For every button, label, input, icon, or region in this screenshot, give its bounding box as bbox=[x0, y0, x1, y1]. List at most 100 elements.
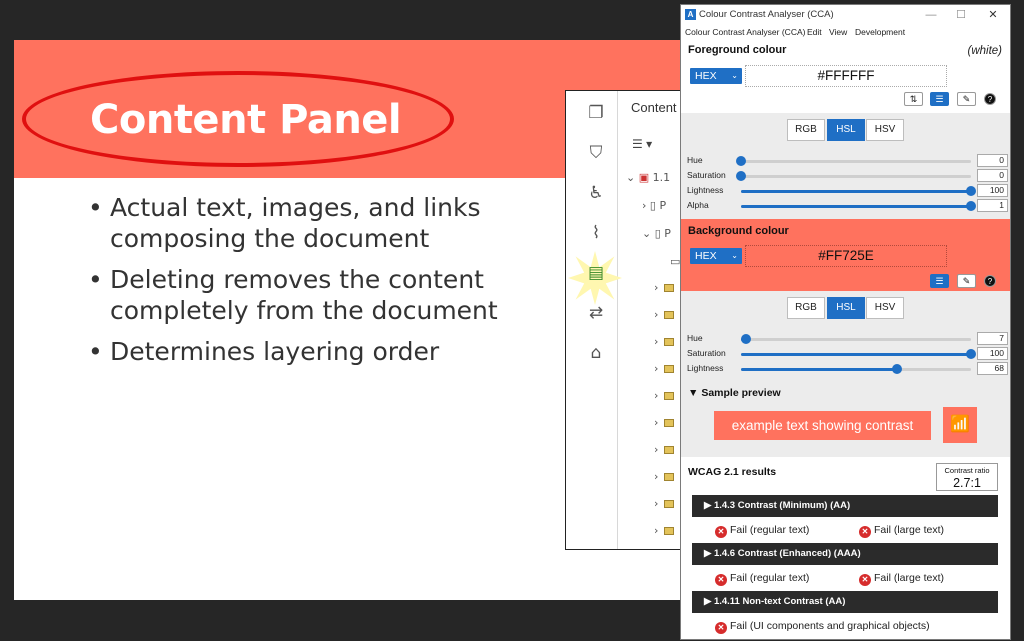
compare-icon[interactable]: ⇄ bbox=[586, 303, 606, 323]
tree-row[interactable]: › ▯ P bbox=[642, 199, 666, 217]
criterion-1-4-6-toggle[interactable]: ▶ 1.4.6 Contrast (Enhanced) (AAA) bbox=[692, 543, 998, 565]
tab-rgb[interactable]: RGB bbox=[787, 297, 825, 319]
foreground-format-select[interactable]: HEX ⌄ bbox=[690, 68, 742, 84]
slider-handle[interactable] bbox=[736, 156, 746, 166]
menu-development[interactable]: Development bbox=[855, 27, 905, 37]
slider-row-saturation: Saturation 100 bbox=[681, 347, 1010, 361]
swap-colours-icon[interactable]: ⇅ bbox=[904, 92, 923, 106]
menu-view[interactable]: View bbox=[829, 27, 847, 37]
result-text: Fail (UI components and graphical object… bbox=[730, 620, 930, 632]
slider-fill bbox=[741, 353, 971, 356]
pdf-icon: ▣ bbox=[638, 171, 650, 184]
collapse-icon: ▼ bbox=[688, 387, 699, 399]
tree-row[interactable]: › bbox=[654, 416, 675, 434]
lightness-slider[interactable] bbox=[741, 364, 971, 374]
tree-row[interactable]: › bbox=[654, 362, 675, 380]
help-icon[interactable]: ? bbox=[984, 275, 996, 287]
slider-handle[interactable] bbox=[966, 201, 976, 211]
slider-handle[interactable] bbox=[736, 171, 746, 181]
slider-label: Saturation bbox=[687, 348, 726, 358]
app-logo-icon: A bbox=[685, 9, 696, 20]
alpha-value-input[interactable]: 1 bbox=[977, 199, 1008, 212]
tree-row[interactable]: › bbox=[654, 524, 675, 542]
slider-fill bbox=[741, 205, 971, 208]
menu-app[interactable]: Colour Contrast Analyser (CCA) bbox=[685, 27, 805, 37]
tags-icon[interactable]: ⌂ bbox=[586, 343, 606, 363]
sliders-toggle-icon[interactable]: ☰ bbox=[930, 274, 949, 288]
tab-hsl[interactable]: HSL bbox=[827, 297, 865, 319]
title-bar: A Colour Contrast Analyser (CCA) — ☐ ✕ bbox=[681, 5, 1010, 25]
saturation-slider[interactable] bbox=[736, 171, 971, 181]
tree-row[interactable]: › bbox=[654, 497, 675, 515]
sliders-toggle-icon[interactable]: ☰ bbox=[930, 92, 949, 106]
highlight-ellipse bbox=[22, 71, 454, 167]
background-hex-input[interactable]: #FF725E bbox=[745, 245, 947, 267]
criterion-1-4-3-toggle[interactable]: ▶ 1.4.3 Contrast (Minimum) (AA) bbox=[692, 495, 998, 517]
minimize-button[interactable]: — bbox=[921, 7, 941, 23]
saturation-slider[interactable] bbox=[741, 349, 976, 359]
tree-row[interactable]: ▭ bbox=[670, 255, 680, 273]
bullet-dot: • bbox=[88, 193, 103, 222]
criterion-1-4-11-toggle[interactable]: ▶ 1.4.11 Non-text Contrast (AA) bbox=[692, 591, 998, 613]
tab-hsv[interactable]: HSV bbox=[866, 297, 904, 319]
tree-row[interactable]: › bbox=[654, 443, 675, 461]
slider-handle[interactable] bbox=[740, 334, 751, 344]
sample-text-preview: example text showing contrast bbox=[714, 411, 931, 440]
attachment-icon[interactable]: ⌇ bbox=[586, 223, 606, 243]
slider-label: Lightness bbox=[687, 185, 724, 195]
lightness-value-input[interactable]: 68 bbox=[977, 362, 1008, 375]
tab-rgb[interactable]: RGB bbox=[787, 119, 825, 141]
result-fail: ✕ Fail (large text) bbox=[859, 572, 944, 586]
pages-icon[interactable]: ❐ bbox=[586, 103, 606, 123]
accessibility-icon[interactable]: ♿ bbox=[586, 183, 606, 203]
hue-value-input[interactable]: 7 bbox=[977, 332, 1008, 345]
tree-row[interactable]: ⌄ ▯ P bbox=[642, 227, 671, 245]
tab-hsl[interactable]: HSL bbox=[827, 119, 865, 141]
tree-row[interactable]: › bbox=[654, 335, 675, 353]
saturation-value-input[interactable]: 100 bbox=[977, 347, 1008, 360]
background-section: Background colour HEX ⌄ #FF725E ☰ ✎ ? bbox=[681, 219, 1010, 291]
maximize-button[interactable]: ☐ bbox=[951, 7, 971, 23]
eyedropper-icon[interactable]: ✎ bbox=[957, 274, 976, 288]
result-fail: ✕ Fail (regular text) bbox=[715, 572, 809, 586]
background-format-select[interactable]: HEX ⌄ bbox=[690, 248, 742, 264]
slider-row-lightness: Lightness 68 bbox=[681, 362, 1010, 376]
content-icon[interactable]: ▤ bbox=[586, 263, 606, 283]
slider-row-saturation: Saturation 0 bbox=[681, 169, 1010, 183]
slider-label: Lightness bbox=[687, 363, 724, 373]
tree-row-root[interactable]: ⌄ ▣ 1.1 bbox=[626, 171, 670, 189]
tree-row[interactable]: › bbox=[654, 389, 675, 407]
slider-handle[interactable] bbox=[892, 364, 903, 374]
hue-slider[interactable] bbox=[740, 334, 971, 344]
tree-row-label: P bbox=[664, 227, 671, 240]
eyedropper-icon[interactable]: ✎ bbox=[957, 92, 976, 106]
saturation-value-input[interactable]: 0 bbox=[977, 169, 1008, 182]
options-menu-button[interactable]: ☰ ▾ bbox=[632, 137, 662, 153]
close-button[interactable]: ✕ bbox=[983, 7, 1003, 23]
bullet-item: • Actual text, images, and links composin… bbox=[88, 192, 558, 254]
criterion-title: 1.4.3 Contrast (Minimum) (AA) bbox=[713, 500, 851, 511]
foreground-hex-input[interactable]: #FFFFFF bbox=[745, 65, 947, 87]
help-icon[interactable]: ? bbox=[984, 93, 996, 105]
sample-preview-toggle[interactable]: ▼ Sample preview bbox=[688, 387, 781, 399]
lightness-value-input[interactable]: 100 bbox=[977, 184, 1008, 197]
tree-row[interactable]: › bbox=[654, 308, 675, 326]
menu-edit[interactable]: Edit bbox=[807, 27, 822, 37]
hue-value-input[interactable]: 0 bbox=[977, 154, 1008, 167]
bookmark-icon[interactable]: ⛉ bbox=[586, 143, 606, 163]
hue-slider[interactable] bbox=[736, 156, 971, 166]
bullet-dot: • bbox=[88, 265, 103, 294]
bullet-text: Deleting removes the content completely … bbox=[110, 265, 498, 325]
slider-handle[interactable] bbox=[966, 349, 976, 359]
tree-row[interactable]: › bbox=[654, 470, 675, 488]
tag-icon bbox=[664, 284, 675, 292]
result-text: Fail (regular text) bbox=[730, 524, 810, 536]
tree-row-label: 1.1 bbox=[652, 171, 671, 184]
tree-row[interactable]: › bbox=[654, 281, 675, 299]
alpha-slider[interactable] bbox=[741, 201, 976, 211]
tab-hsv[interactable]: HSV bbox=[866, 119, 904, 141]
slider-handle[interactable] bbox=[966, 186, 976, 196]
slider-row-alpha: Alpha 1 bbox=[681, 199, 1010, 213]
lightness-slider[interactable] bbox=[741, 186, 976, 196]
fail-icon: ✕ bbox=[715, 574, 727, 586]
